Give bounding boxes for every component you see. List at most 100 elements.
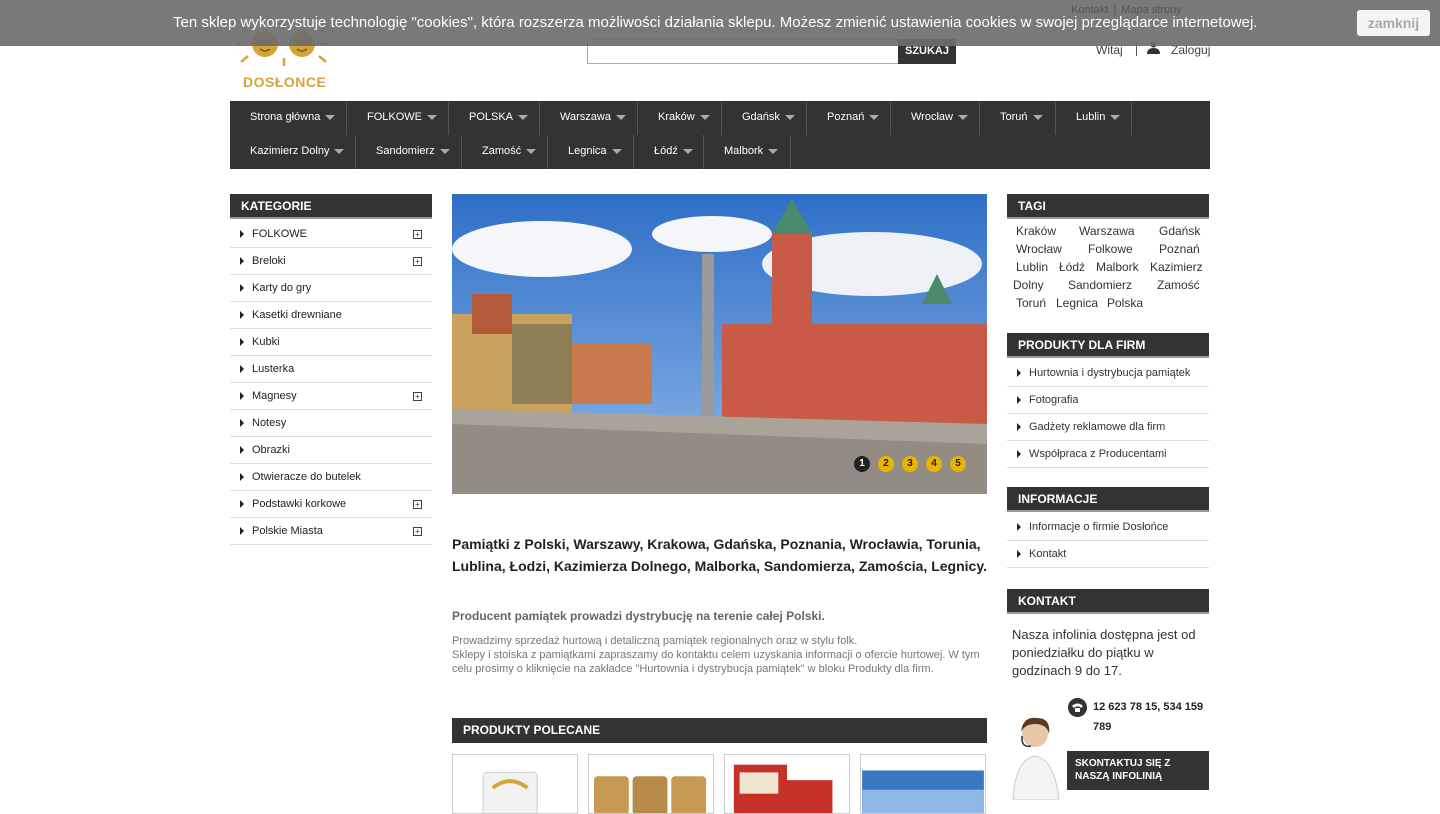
nav-label: Kraków — [658, 111, 695, 123]
category-item[interactable]: Podstawki korkowe + — [230, 491, 432, 518]
nav-item-lublin[interactable]: Lublin — [1056, 101, 1132, 135]
page-title: Pamiątki z Polski, Warszawy, Krakowa, Gd… — [452, 536, 987, 574]
category-item[interactable]: Obrazki — [230, 437, 432, 464]
nav-item-malbork[interactable]: Malbork — [704, 135, 791, 169]
business-label: Fotografia — [1029, 394, 1079, 406]
nav-item-legnica[interactable]: Legnica — [548, 135, 634, 169]
category-item[interactable]: FOLKOWE + — [230, 221, 432, 248]
arrow-right-icon — [240, 446, 244, 454]
info-heading: INFORMACJE — [1007, 487, 1209, 512]
slider-dot[interactable]: 2 — [878, 456, 894, 472]
arrow-right-icon — [1017, 550, 1021, 558]
cookie-close-button[interactable]: zamknij — [1357, 10, 1430, 36]
slider-dot[interactable]: 1 — [854, 456, 870, 472]
category-label: FOLKOWE — [252, 228, 308, 240]
category-item[interactable]: Karty do gry — [230, 275, 432, 302]
nav-item-poznan[interactable]: Poznań — [807, 101, 891, 135]
nav-label: Toruń — [1000, 111, 1028, 123]
business-item[interactable]: Gadżety reklamowe dla firm — [1007, 414, 1209, 441]
category-item[interactable]: Notesy — [230, 410, 432, 437]
tag-link[interactable]: Malbork — [1096, 258, 1139, 276]
nav-item-zamosc[interactable]: Zamość — [462, 135, 548, 169]
arrow-right-icon — [240, 392, 244, 400]
top-links: Kontakt | Mapa strony — [1071, 4, 1182, 16]
chevron-down-icon — [957, 114, 968, 120]
nav-item-wroclaw[interactable]: Wrocław — [891, 101, 980, 135]
product-thumbnail-magnet[interactable] — [860, 754, 986, 814]
contact-hotline-button[interactable]: SKONTAKTUJ SIĘ Z NASZĄ INFOLINIĄ — [1067, 751, 1209, 790]
info-item[interactable]: Kontakt — [1007, 541, 1209, 568]
tag-link[interactable]: Kazimierz — [1150, 258, 1203, 276]
body-paragraph-1: Prowadzimy sprzedaż hurtową i detaliczną… — [452, 635, 858, 647]
info-item[interactable]: Informacje o firmie Dosłońce — [1007, 514, 1209, 541]
tag-link[interactable]: Dolny — [1013, 276, 1044, 294]
chevron-down-icon — [518, 114, 529, 120]
product-thumbnail-coasters[interactable] — [588, 754, 714, 814]
expand-icon[interactable]: + — [413, 257, 422, 266]
tag-link[interactable]: Toruń — [1016, 294, 1046, 312]
category-item[interactable]: Breloki + — [230, 248, 432, 275]
tag-link[interactable]: Gdańsk — [1159, 222, 1200, 240]
slider-dot[interactable]: 4 — [926, 456, 942, 472]
nav-label: Legnica — [568, 145, 607, 157]
nav-item-strona-glowna[interactable]: Strona główna — [230, 101, 347, 135]
category-item[interactable]: Lusterka — [230, 356, 432, 383]
chevron-down-icon — [1110, 114, 1121, 120]
tag-link[interactable]: Folkowe — [1088, 240, 1133, 258]
arrow-right-icon — [240, 230, 244, 238]
page-subtitle: Producent pamiątek prowadzi dystrybucję … — [452, 609, 825, 623]
product-thumbnail-boxes[interactable] — [724, 754, 850, 814]
nav-item-lodz[interactable]: Łódź — [634, 135, 704, 169]
logo-text: DOSŁONCE — [243, 74, 327, 90]
category-label: Otwieracze do butelek — [252, 471, 361, 483]
nav-item-folkowe[interactable]: FOLKOWE — [347, 101, 449, 135]
expand-icon[interactable]: + — [413, 230, 422, 239]
tag-link[interactable]: Wrocław — [1016, 240, 1062, 258]
tag-link[interactable]: Polska — [1107, 294, 1143, 312]
nav-item-kazimierz-dolny[interactable]: Kazimierz Dolny — [230, 135, 356, 169]
nav-item-polska[interactable]: POLSKA — [449, 101, 540, 135]
category-item[interactable]: Kasetki drewniane — [230, 302, 432, 329]
category-label: Magnesy — [252, 390, 297, 402]
product-thumbnail-mug[interactable] — [452, 754, 578, 814]
tag-link[interactable]: Zamość — [1157, 276, 1200, 294]
chevron-down-icon — [439, 148, 450, 154]
nav-item-sandomierz[interactable]: Sandomierz — [356, 135, 462, 169]
category-label: Polskie Miasta — [252, 525, 323, 537]
tag-link[interactable]: Lublin — [1016, 258, 1048, 276]
tag-link[interactable]: Kraków — [1016, 222, 1056, 240]
slider-dot[interactable]: 5 — [950, 456, 966, 472]
category-label: Lusterka — [252, 363, 295, 375]
slider-dot[interactable]: 3 — [902, 456, 918, 472]
category-item[interactable]: Otwieracze do butelek — [230, 464, 432, 491]
tag-link[interactable]: Łódź — [1059, 258, 1085, 276]
expand-icon[interactable]: + — [413, 527, 422, 536]
expand-icon[interactable]: + — [413, 500, 422, 509]
nav-label: Strona główna — [250, 111, 321, 123]
expand-icon[interactable]: + — [413, 392, 422, 401]
category-label: Kasetki drewniane — [252, 309, 342, 321]
nav-item-gdansk[interactable]: Gdańsk — [722, 101, 807, 135]
hero-slider-image[interactable] — [452, 194, 987, 494]
contact-phone: 12 623 78 15, 534 159 789 — [1093, 701, 1204, 733]
tag-link[interactable]: Warszawa — [1079, 222, 1135, 240]
business-item[interactable]: Współpraca z Producentami — [1007, 441, 1209, 468]
top-link-contact[interactable]: Kontakt — [1071, 4, 1108, 16]
nav-item-torun[interactable]: Toruń — [980, 101, 1056, 135]
tag-link[interactable]: Legnica — [1056, 294, 1098, 312]
tag-cloud: Kraków Warszawa Gdańsk Wrocław Folkowe P… — [1007, 222, 1209, 312]
category-item[interactable]: Kubki — [230, 329, 432, 356]
business-item[interactable]: Fotografia — [1007, 387, 1209, 414]
nav-item-warszawa[interactable]: Warszawa — [540, 101, 638, 135]
tag-link[interactable]: Sandomierz — [1068, 276, 1132, 294]
arrow-right-icon — [240, 338, 244, 346]
nav-item-krakow[interactable]: Kraków — [638, 101, 722, 135]
category-item[interactable]: Polskie Miasta + — [230, 518, 432, 545]
nav-label: POLSKA — [469, 111, 514, 123]
business-item[interactable]: Hurtownia i dystrybucja pamiątek — [1007, 360, 1209, 387]
category-item[interactable]: Magnesy + — [230, 383, 432, 410]
top-link-sitemap[interactable]: Mapa strony — [1121, 4, 1182, 16]
tag-link[interactable]: Poznań — [1159, 240, 1200, 258]
chevron-down-icon — [526, 148, 537, 154]
category-label: Breloki — [252, 255, 286, 267]
